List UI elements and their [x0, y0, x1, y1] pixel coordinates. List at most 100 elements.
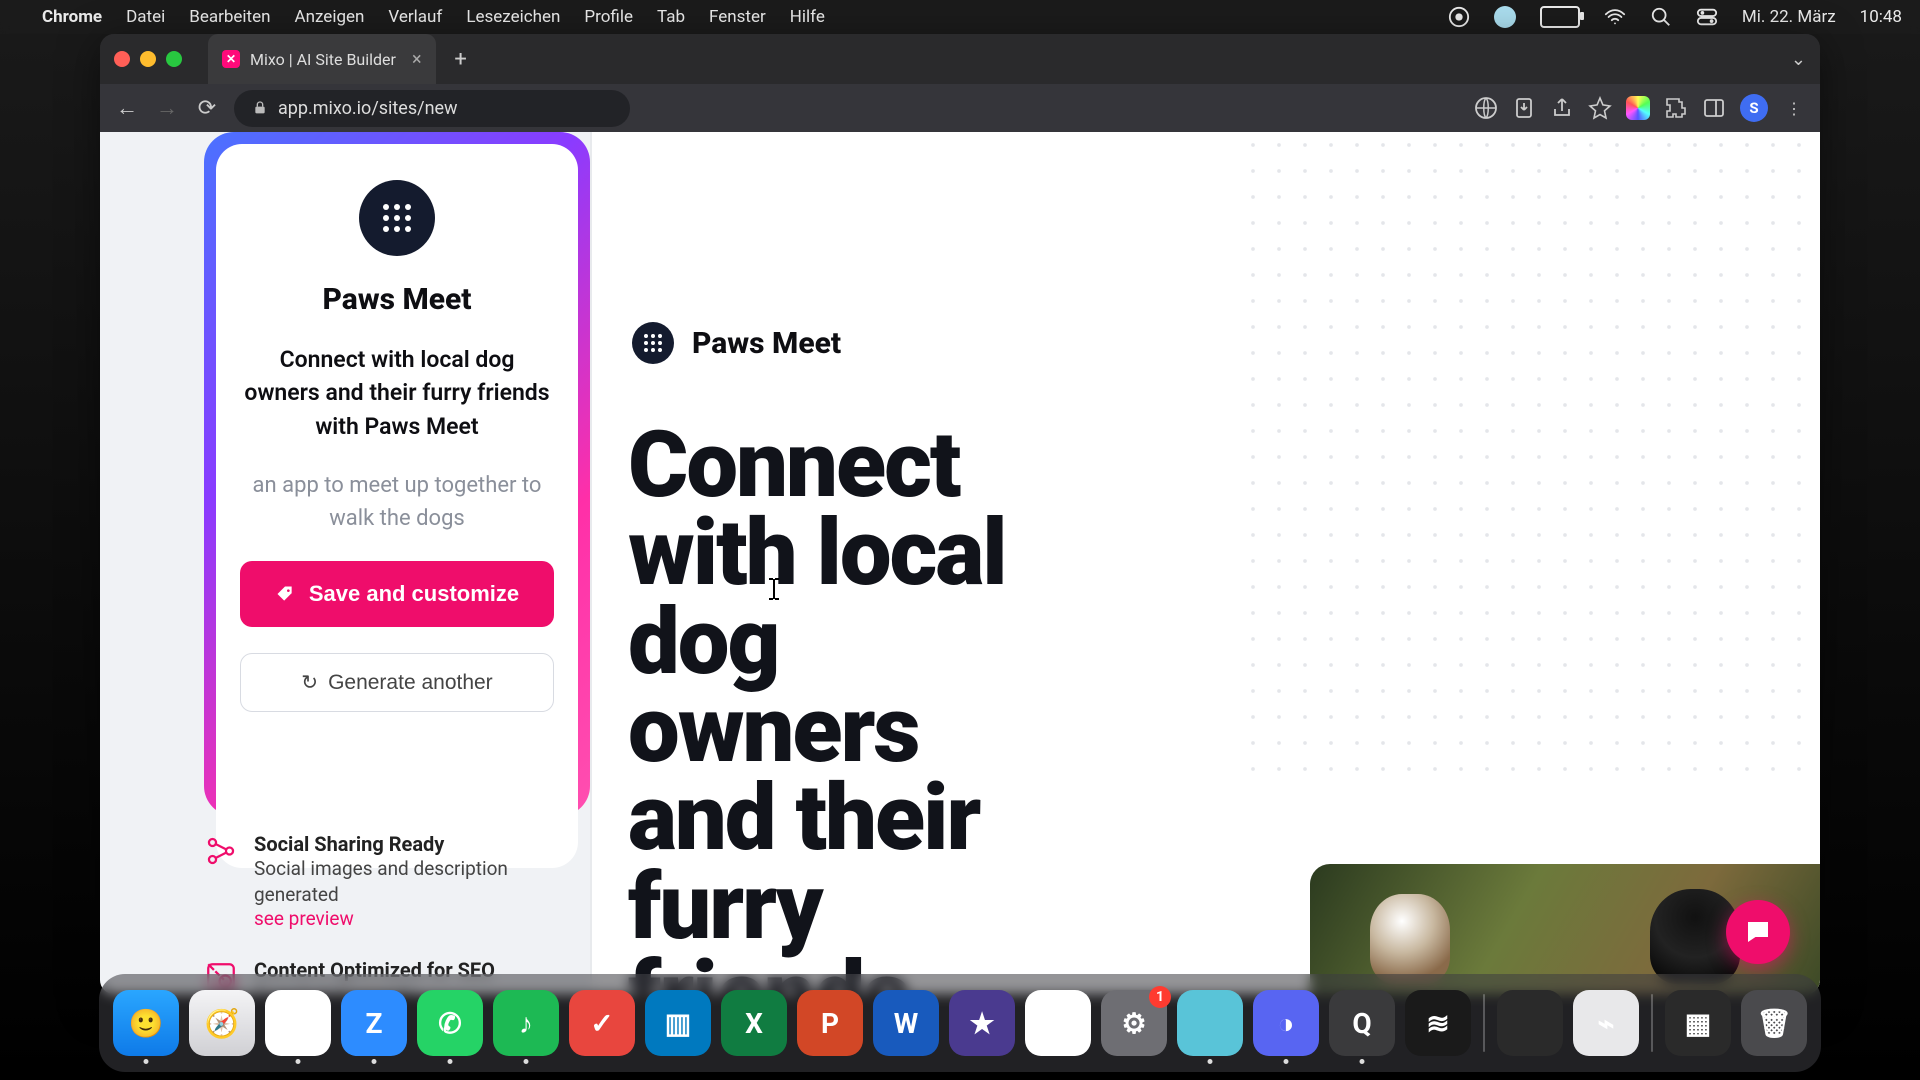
menubar-time[interactable]: 10:48 — [1860, 7, 1902, 27]
menu-history[interactable]: Verlauf — [388, 7, 442, 27]
dock-app-zoom[interactable]: Z — [341, 990, 407, 1056]
dock-app-blank[interactable] — [1497, 990, 1563, 1056]
feature-link[interactable]: see preview — [254, 907, 566, 930]
dock-app-desktop[interactable]: ▦ — [1665, 990, 1731, 1056]
reload-icon: ↻ — [301, 670, 318, 695]
dock-app-word[interactable]: W — [873, 990, 939, 1056]
menu-tab[interactable]: Tab — [657, 7, 685, 27]
minimize-window-button[interactable] — [140, 51, 156, 67]
forward-button[interactable]: → — [154, 95, 180, 121]
site-description: an app to meet up together to walk the d… — [240, 469, 554, 535]
site-logo — [359, 180, 435, 256]
menu-bookmarks[interactable]: Lesezeichen — [466, 7, 560, 27]
site-tagline: Connect with local dog owners and their … — [240, 343, 554, 443]
address-bar[interactable]: app.mixo.io/sites/new — [234, 90, 630, 127]
translate-icon[interactable] — [1474, 96, 1498, 120]
dock-app-chrome[interactable]: ◉ — [265, 990, 331, 1056]
menubar-date[interactable]: Mi. 22. März — [1742, 7, 1836, 27]
generate-another-button[interactable]: ↻ Generate another — [240, 653, 554, 712]
menu-help[interactable]: Hilfe — [790, 7, 825, 27]
menu-profiles[interactable]: Profile — [584, 7, 633, 27]
kebab-menu-icon[interactable]: ⋮ — [1782, 96, 1806, 120]
dock-app-discord[interactable]: ◑ — [1253, 990, 1319, 1056]
chrome-toolbar: ← → ⟳ app.mixo.io/sites/new S ⋮ — [100, 84, 1820, 132]
menu-window[interactable]: Fenster — [709, 7, 766, 27]
url-text: app.mixo.io/sites/new — [278, 98, 458, 119]
dock-app-todoist[interactable]: ✓ — [569, 990, 635, 1056]
share-icon[interactable] — [1550, 96, 1574, 120]
dock-badge: 1 — [1149, 986, 1171, 1008]
generator-card: Paws Meet Connect with local dog owners … — [204, 132, 590, 816]
save-button-label: Save and customize — [309, 581, 519, 607]
dock-app-blueapp[interactable] — [1177, 990, 1243, 1056]
decorative-dot-grid — [1240, 132, 1820, 772]
dock-separator — [1651, 994, 1653, 1052]
macos-dock: 🙂🧭◉Z✆♪✓▥XPW★▲⚙1 ◑Q≋ ⌁ ▦🗑 — [99, 974, 1821, 1072]
menu-edit[interactable]: Bearbeiten — [189, 7, 270, 27]
bookmark-icon[interactable] — [1588, 96, 1612, 120]
dock-app-excel[interactable]: X — [721, 990, 787, 1056]
chat-fab[interactable] — [1726, 900, 1790, 964]
dock-app-drive[interactable]: ▲ — [1025, 990, 1091, 1056]
record-icon[interactable] — [1448, 6, 1470, 28]
dock-app-quicktime[interactable]: Q — [1329, 990, 1395, 1056]
save-customize-button[interactable]: Save and customize — [240, 561, 554, 627]
tag-icon — [275, 584, 295, 604]
preview-logo — [632, 322, 674, 364]
profile-avatar[interactable]: S — [1740, 94, 1768, 122]
chrome-window: ✕ Mixo | AI Site Builder × + ⌄ ← → ⟳ app… — [100, 34, 1820, 994]
chat-bubble-icon — [1743, 917, 1773, 947]
extensions-icon[interactable] — [1664, 96, 1688, 120]
dock-app-powerpoint[interactable]: P — [797, 990, 863, 1056]
dock-app-safari[interactable]: 🧭 — [189, 990, 255, 1056]
back-button[interactable]: ← — [114, 95, 140, 121]
page-viewport: Paws Meet Connect with local dog owners … — [100, 132, 1820, 994]
new-tab-button[interactable]: + — [446, 44, 476, 74]
menu-view[interactable]: Anzeigen — [295, 7, 365, 27]
lock-icon — [252, 100, 268, 116]
search-icon[interactable] — [1650, 6, 1672, 28]
grid-dots-icon — [644, 334, 662, 352]
preview-headline: Connect with local dog owners and their … — [628, 422, 1048, 994]
menu-file[interactable]: Datei — [126, 7, 165, 27]
reload-button[interactable]: ⟳ — [194, 95, 220, 121]
tab-favicon: ✕ — [222, 50, 240, 68]
feature-subtitle: Social images and description generated — [254, 856, 566, 907]
share-nodes-icon — [204, 834, 238, 868]
site-preview-pane: Paws Meet Connect with local dog owners … — [592, 132, 1820, 994]
grid-dots-icon — [383, 204, 411, 232]
dock-app-finder[interactable]: 🙂 — [113, 990, 179, 1056]
generate-button-label: Generate another — [328, 671, 493, 695]
wifi-icon[interactable] — [1604, 6, 1626, 28]
dock-app-activity[interactable]: ⌁ — [1573, 990, 1639, 1056]
dock-app-whatsapp[interactable]: ✆ — [417, 990, 483, 1056]
menubar-app-name[interactable]: Chrome — [42, 7, 102, 27]
window-controls — [114, 51, 182, 67]
preview-brand-row: Paws Meet — [632, 322, 841, 364]
extension-color-icon[interactable] — [1626, 96, 1650, 120]
chrome-tabstrip: ✕ Mixo | AI Site Builder × + ⌄ — [100, 34, 1820, 84]
dock-app-voice[interactable]: ≋ — [1405, 990, 1471, 1056]
install-app-icon[interactable] — [1512, 96, 1536, 120]
control-center-icon[interactable] — [1696, 6, 1718, 28]
feature-item: Social Sharing Ready Social images and d… — [204, 832, 566, 930]
preview-brand-name: Paws Meet — [692, 326, 841, 361]
dock-app-settings[interactable]: ⚙1 — [1101, 990, 1167, 1056]
sidepanel-icon[interactable] — [1702, 96, 1726, 120]
close-window-button[interactable] — [114, 51, 130, 67]
tab-overflow-icon[interactable]: ⌄ — [1791, 49, 1806, 70]
user-status-icon[interactable] — [1494, 6, 1516, 28]
maximize-window-button[interactable] — [166, 51, 182, 67]
dock-app-trash[interactable]: 🗑 — [1741, 990, 1807, 1056]
browser-tab[interactable]: ✕ Mixo | AI Site Builder × — [208, 34, 436, 84]
dock-app-imovie[interactable]: ★ — [949, 990, 1015, 1056]
dock-app-trello[interactable]: ▥ — [645, 990, 711, 1056]
avatar-initial: S — [1749, 99, 1758, 117]
feature-list: Social Sharing Ready Social images and d… — [204, 832, 566, 994]
dock-separator — [1483, 994, 1485, 1052]
site-name: Paws Meet — [322, 282, 471, 317]
macos-menubar: Chrome Datei Bearbeiten Anzeigen Verlauf… — [0, 0, 1920, 34]
battery-icon[interactable] — [1540, 6, 1580, 28]
dock-app-spotify[interactable]: ♪ — [493, 990, 559, 1056]
close-tab-icon[interactable]: × — [412, 49, 422, 70]
